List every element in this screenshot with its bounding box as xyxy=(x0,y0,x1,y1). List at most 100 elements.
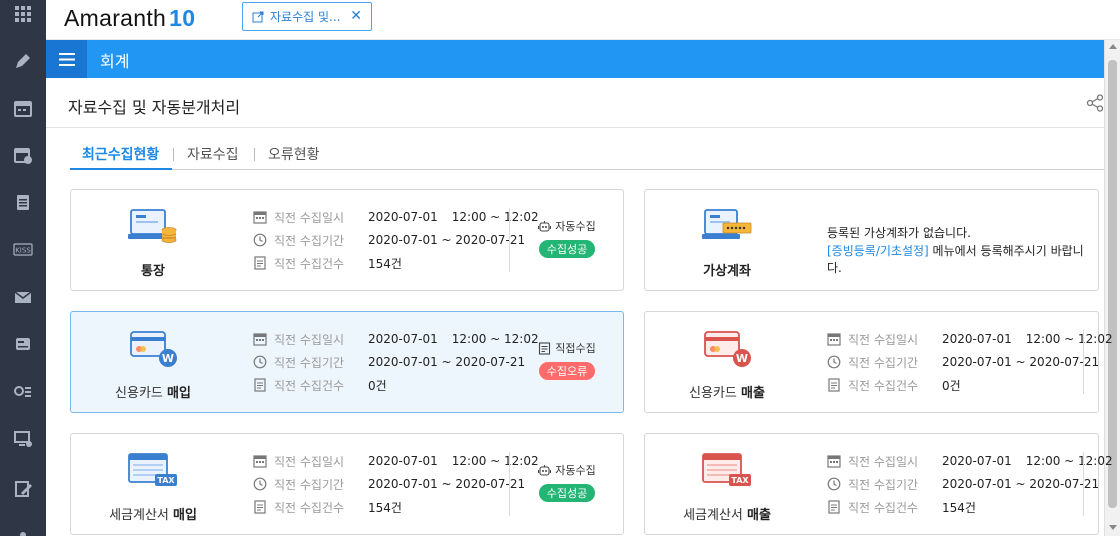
mail-icon[interactable] xyxy=(12,286,34,308)
card-name-bold: 매출 xyxy=(741,386,765,401)
card-name-prefix: 세금계산서 xyxy=(109,508,173,523)
value-last-time: 12:00 ~ 12:02 xyxy=(1025,454,1113,468)
calendar-clock-icon[interactable] xyxy=(12,144,34,166)
collect-mode-label: 직접수집 xyxy=(555,342,596,355)
last-collect-period-row: 직전 수집기간 2020-07-01 ~ 2020-07-21 xyxy=(253,353,525,371)
value-last-count: 0건 xyxy=(368,378,387,393)
label-last-period: 직전 수집기간 xyxy=(848,477,919,492)
card-credit-purchase[interactable]: W 신용카드 매입 직전 수집일시 2020-07-01 12:00 ~ 12:… xyxy=(70,311,624,413)
collect-mode: 자동수집 xyxy=(521,218,613,234)
list-settings-icon[interactable] xyxy=(12,380,34,402)
card-name-bold: 매출 xyxy=(747,508,771,523)
collect-mode-label: 자동수집 xyxy=(555,464,596,477)
value-last-count: 154건 xyxy=(942,500,976,515)
clock-icon xyxy=(253,233,267,247)
label-last-date: 직전 수집일시 xyxy=(848,454,919,469)
drive-icon[interactable] xyxy=(12,333,34,355)
page-header: 자료수집 및 자동분개처리 xyxy=(46,78,1104,128)
label-last-count: 직전 수집건수 xyxy=(848,378,919,393)
label-last-period: 직전 수집기간 xyxy=(274,355,345,370)
calendar-icon[interactable] xyxy=(12,97,34,119)
module-title: 회계 xyxy=(100,52,130,71)
last-collect-date-row: 직전 수집일시 2020-07-01 12:00 ~ 12:02 xyxy=(827,330,1113,348)
tax-invoice-sales-icon: TAX xyxy=(702,453,751,486)
value-last-count: 154건 xyxy=(368,500,402,515)
edit-doc-icon[interactable] xyxy=(12,478,34,500)
last-collect-period-row: 직전 수집기간 2020-07-01 ~ 2020-07-21 xyxy=(253,475,525,493)
scroll-thumb[interactable] xyxy=(1108,60,1117,508)
clipboard-icon[interactable] xyxy=(12,191,34,213)
card-credit-sales[interactable]: W 신용카드 매출 직전 수집일시 2020-07-01 12:00 ~ 12:… xyxy=(644,311,1113,413)
collect-mode: 직접수집 xyxy=(521,340,613,356)
scroll-up-icon[interactable] xyxy=(1109,44,1117,49)
document-icon xyxy=(254,378,266,392)
label-last-period: 직전 수집기간 xyxy=(274,477,345,492)
value-last-date: 2020-07-01 xyxy=(368,332,438,346)
card-divider xyxy=(1083,452,1084,516)
open-tab[interactable]: 자료수집 및... ✕ xyxy=(242,2,372,31)
tab-error-status[interactable]: 오류현황 xyxy=(268,144,320,170)
card-bank-account[interactable]: 통장 직전 수집일시 2020-07-01 12:00 ~ 12:02 직전 수… xyxy=(70,189,624,291)
clock-icon xyxy=(253,355,267,369)
card-tax-invoice-sales[interactable]: TAX 세금계산서 매출 직전 수집일시 2020-07-01 12:00 ~ … xyxy=(644,433,1113,535)
card-name-bold: 통장 xyxy=(141,264,165,279)
no-account-message: 등록된 가상계좌가 없습니다. xyxy=(827,226,971,240)
label-last-date: 직전 수집일시 xyxy=(274,332,345,347)
kiss-icon[interactable]: KISS xyxy=(12,238,34,260)
value-last-period: 2020-07-01 ~ 2020-07-21 xyxy=(942,477,1100,491)
module-bar: 회계 xyxy=(46,40,1104,78)
apps-grid-icon[interactable] xyxy=(12,3,34,25)
hamburger-icon xyxy=(58,52,75,66)
collect-mode: 자동수집 xyxy=(521,462,613,478)
open-tab-label: 자료수집 및... xyxy=(270,10,341,24)
tab-data-collection[interactable]: 자료수집 xyxy=(187,144,239,170)
card-name: 신용카드 매출 xyxy=(665,382,789,401)
logo-name: Amaranth xyxy=(64,5,167,31)
tab-recent-status[interactable]: 최근수집현황 xyxy=(70,144,172,170)
svg-text:KISS: KISS xyxy=(15,247,31,255)
app-root: KISS Amaranth 10 자료수집 및... ✕ 회계 자료수집 및 자… xyxy=(0,0,1120,536)
svg-text:W: W xyxy=(736,352,748,365)
manual-doc-icon xyxy=(539,341,551,355)
calendar-icon xyxy=(827,455,841,468)
card-name: 통장 xyxy=(91,260,215,279)
menu-toggle-button[interactable] xyxy=(46,40,87,78)
label-last-count: 직전 수집건수 xyxy=(848,500,919,515)
label-last-date: 직전 수집일시 xyxy=(274,210,345,225)
scroll-down-icon[interactable] xyxy=(1109,525,1117,530)
label-last-count: 직전 수집건수 xyxy=(274,378,345,393)
card-divider xyxy=(1083,330,1084,394)
last-collect-count-row: 직전 수집건수 154건 xyxy=(253,498,402,516)
bank-book-icon xyxy=(128,209,177,243)
label-last-period: 직전 수집기간 xyxy=(848,355,919,370)
status-badge: 수집성공 xyxy=(538,484,596,502)
clock-icon xyxy=(827,355,841,369)
value-last-period: 2020-07-01 ~ 2020-07-21 xyxy=(942,355,1100,369)
collect-status: 자동수집 수집성공 xyxy=(521,218,613,258)
more-icon[interactable] xyxy=(12,524,34,536)
calendar-icon xyxy=(253,333,267,346)
close-icon[interactable]: ✕ xyxy=(350,9,362,23)
card-tax-invoice-purchase[interactable]: TAX 세금계산서 매입 직전 수집일시 2020-07-01 12:00 ~ … xyxy=(70,433,624,535)
last-collect-date-row: 직전 수집일시 2020-07-01 12:00 ~ 12:02 xyxy=(253,330,539,348)
page-title: 자료수집 및 자동분개처리 xyxy=(68,98,241,117)
document-icon xyxy=(254,500,266,514)
status-badge: 수집오류 xyxy=(538,362,596,380)
value-last-period: 2020-07-01 ~ 2020-07-21 xyxy=(368,355,526,369)
top-bar: Amaranth 10 자료수집 및... ✕ xyxy=(46,0,1120,40)
value-last-date: 2020-07-01 xyxy=(368,454,438,468)
app-logo[interactable]: Amaranth 10 xyxy=(64,5,195,32)
collect-status: 직접수집 수집오류 xyxy=(521,340,613,380)
tab-divider xyxy=(173,148,174,161)
card-virtual-account[interactable]: 가상계좌 등록된 가상계좌가 없습니다. [증빙등록/기초설정] 메뉴에서 등록… xyxy=(644,189,1099,291)
calendar-icon xyxy=(827,333,841,346)
monitor-gear-icon[interactable] xyxy=(12,428,34,450)
settings-link[interactable]: [증빙등록/기초설정] xyxy=(827,244,929,258)
value-last-period: 2020-07-01 ~ 2020-07-21 xyxy=(368,477,526,491)
svg-text:TAX: TAX xyxy=(731,476,749,485)
last-collect-count-row: 직전 수집건수 154건 xyxy=(827,498,976,516)
card-divider xyxy=(509,452,510,516)
share-icon[interactable] xyxy=(1086,94,1104,112)
clock-icon xyxy=(827,477,841,491)
pen-icon[interactable] xyxy=(12,50,34,72)
